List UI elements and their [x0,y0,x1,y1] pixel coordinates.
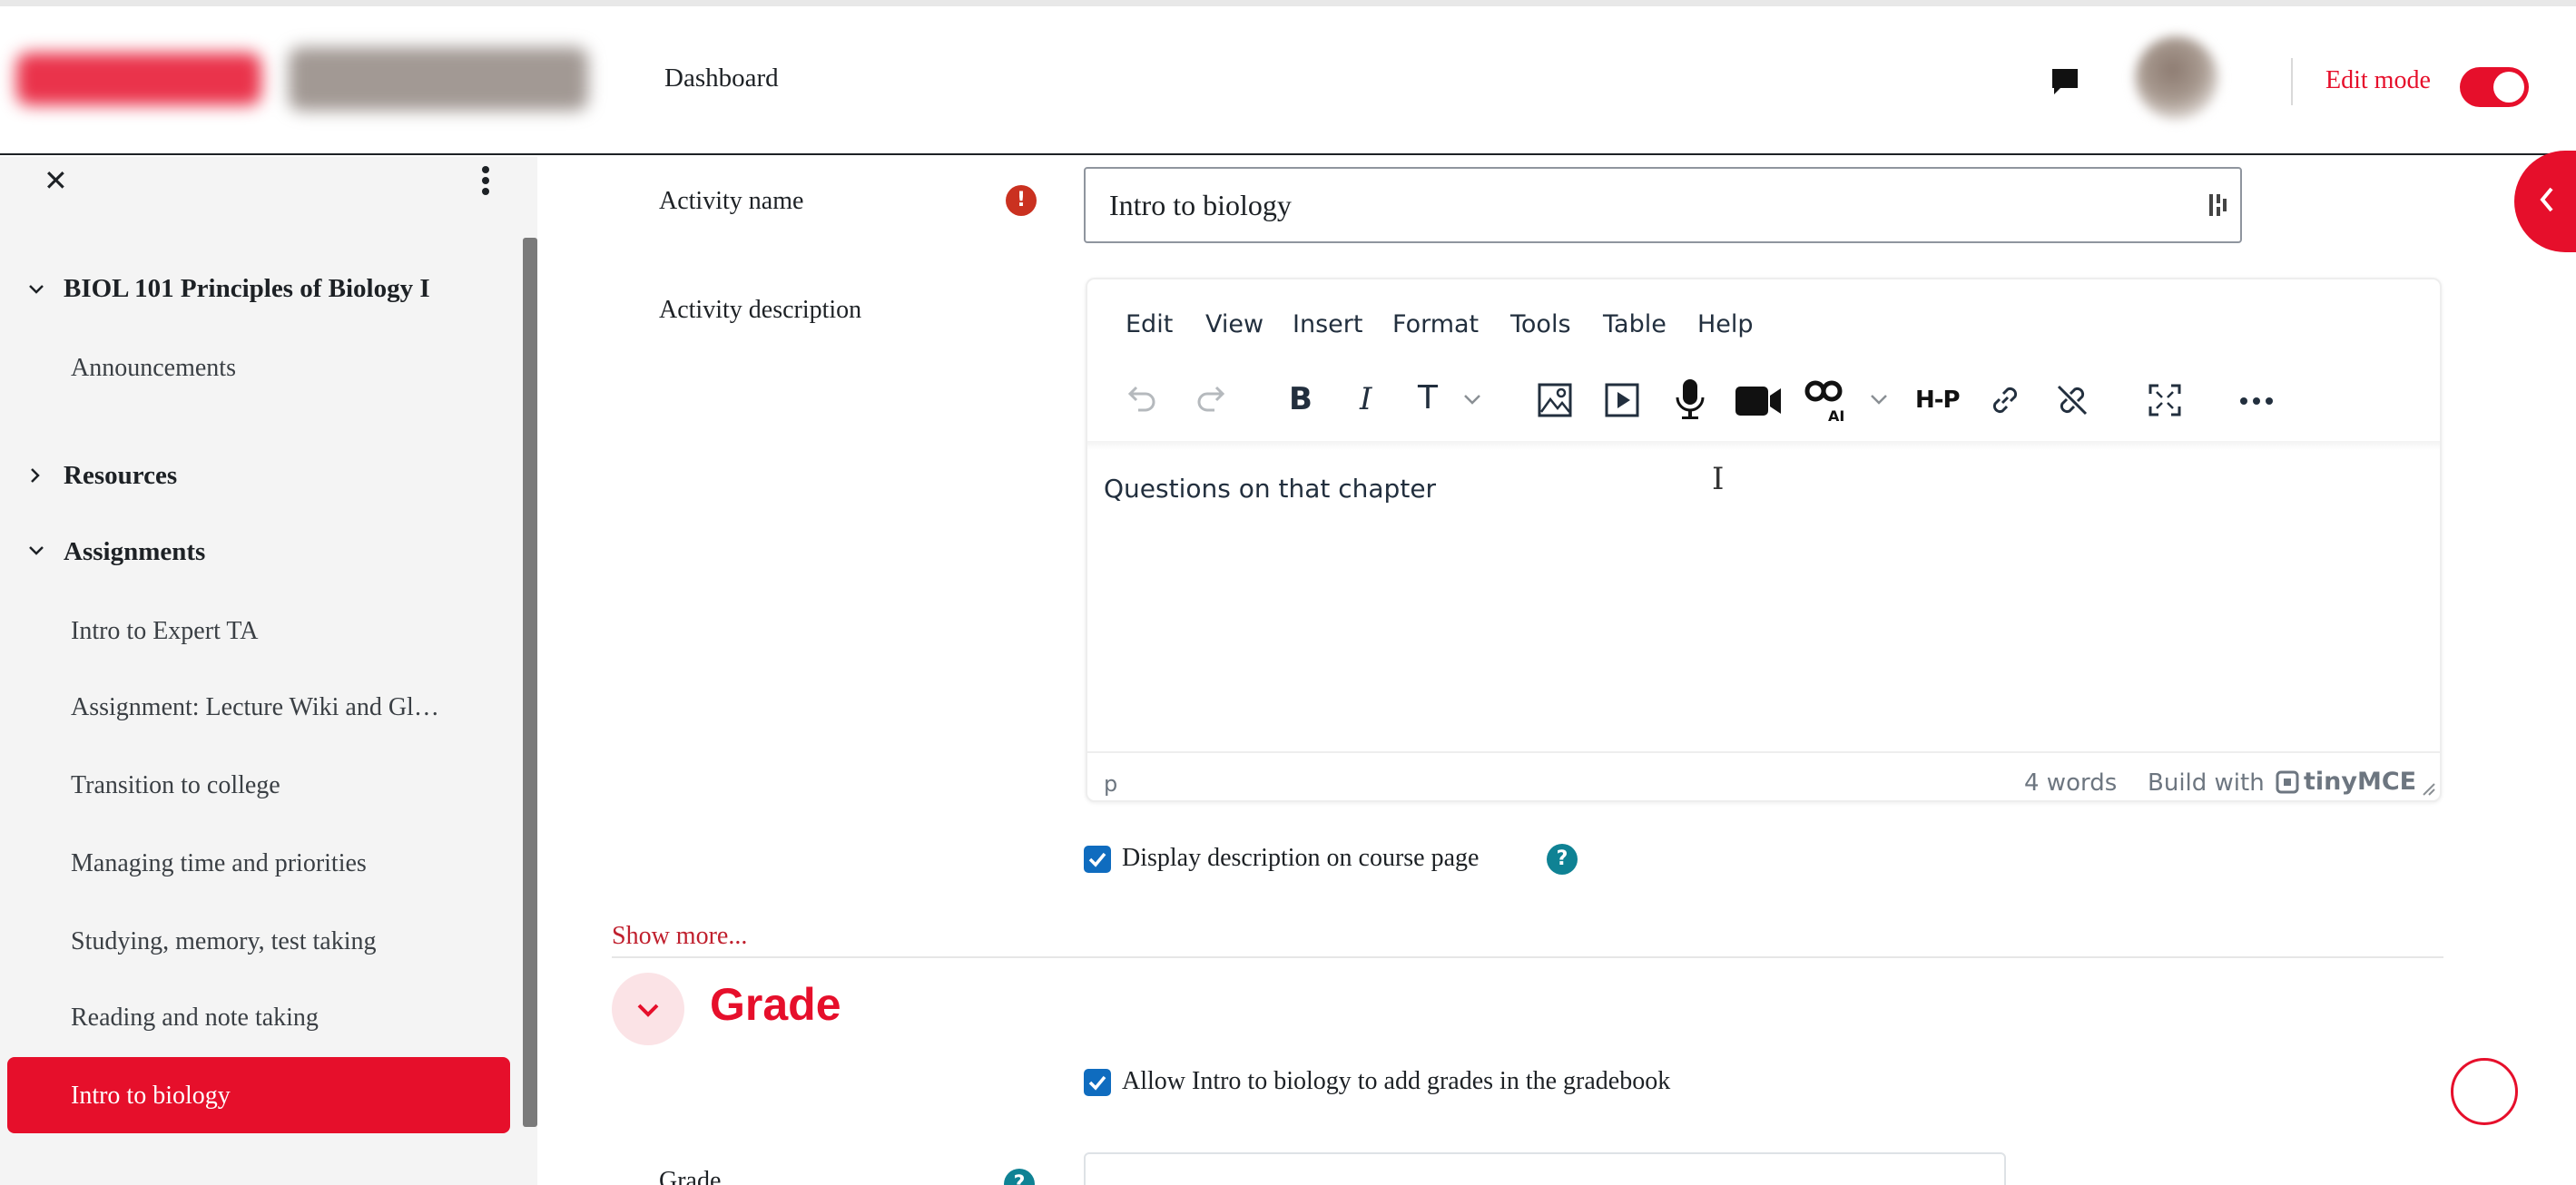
menu-format[interactable]: Format [1392,310,1479,338]
word-count[interactable]: 4 words [2024,769,2117,797]
toolbar-separator [1087,441,2440,450]
chevron-down-icon[interactable] [1463,394,1481,405]
statusbar-divider [1087,751,2440,753]
undo-icon[interactable] [1122,381,1160,419]
menu-edit[interactable]: Edit [1126,310,1173,338]
text-style-icon[interactable]: T [1418,379,1438,416]
navbar-divider [2291,58,2293,105]
top-edge [0,0,2576,6]
list-item[interactable]: Intro to Expert TA [71,617,258,646]
h5p-icon[interactable]: H-P [1915,387,1961,414]
svg-text:AI: AI [1828,407,1844,425]
display-description-checkbox[interactable] [1084,846,1111,873]
show-more-link[interactable]: Show more... [612,922,747,951]
element-path[interactable]: p [1104,771,1117,797]
ai-icon[interactable]: AI [1803,376,1850,425]
avatar[interactable] [2135,36,2218,120]
drawer-scrollbar[interactable] [523,238,537,1127]
grade-section-title: Grade [710,979,841,1030]
media-icon[interactable] [1603,381,1641,419]
build-with-label: Build with [2148,769,2265,797]
unlink-icon[interactable] [2053,381,2091,419]
menu-help[interactable]: Help [1697,310,1754,338]
list-item[interactable]: Transition to college [71,771,280,800]
grade-input[interactable] [1084,1152,2006,1185]
redo-icon[interactable] [1193,381,1231,419]
video-icon[interactable] [1734,383,1783,419]
edit-mode-toggle[interactable] [2460,67,2529,107]
bold-icon[interactable]: B [1289,381,1313,417]
tinymce-logo-icon[interactable] [2275,769,2300,795]
dashboard-link[interactable]: Dashboard [664,64,779,93]
grade-collapse-button[interactable] [612,973,684,1045]
chevron-right-icon[interactable] [29,466,42,485]
link-icon[interactable] [1986,381,2024,419]
activity-description-label: Activity description [659,296,862,324]
allow-grades-checkbox[interactable] [1084,1069,1111,1096]
menu-insert[interactable]: Insert [1293,310,1362,338]
help-icon[interactable]: ? [1547,844,1578,875]
editor-content[interactable]: Questions on that chapter [1104,474,1436,504]
allow-grades-label[interactable]: Allow Intro to biology to add grades in … [1122,1067,1670,1096]
activity-name-label: Activity name [659,187,804,215]
list-item[interactable]: Reading and note taking [71,1004,319,1033]
required-icon: ! [1006,185,1037,216]
message-icon[interactable] [2050,66,2080,97]
more-icon[interactable] [2238,396,2275,406]
close-icon[interactable]: ✕ [44,163,68,198]
floating-circle-button[interactable] [2451,1058,2518,1125]
edit-mode-label: Edit mode [2325,66,2431,94]
activity-name-value[interactable]: Intro to biology [1109,189,1292,222]
chevron-left-icon[interactable] [2538,185,2556,214]
rich-text-editor [1086,278,2442,802]
text-cursor-icon: I [1712,461,1725,497]
list-item[interactable]: Studying, memory, test taking [71,927,377,956]
course-title[interactable]: BIOL 101 Principles of Biology I [64,274,430,304]
resize-handle-icon[interactable] [2418,779,2436,797]
chevron-down-icon[interactable] [27,283,45,296]
site-logo[interactable] [16,36,588,120]
fullscreen-icon[interactable] [2148,383,2182,417]
microphone-icon[interactable] [1674,377,1706,421]
section-resources[interactable]: Resources [64,461,177,491]
section-assignments[interactable]: Assignments [64,537,205,567]
grade-label: Grade [659,1167,722,1185]
chevron-down-icon[interactable] [1870,394,1888,405]
menu-view[interactable]: View [1205,310,1263,338]
help-icon[interactable]: ? [1004,1169,1035,1185]
list-item[interactable]: Assignment: Lecture Wiki and Gl… [71,693,439,722]
image-icon[interactable] [1536,381,1574,419]
list-item[interactable]: Announcements [71,354,236,383]
password-manager-icon[interactable] [2207,191,2229,220]
menu-tools[interactable]: Tools [1510,310,1571,338]
italic-icon[interactable]: I [1360,381,1372,417]
display-description-label[interactable]: Display description on course page [1122,844,1479,873]
list-item-active[interactable]: Intro to biology [71,1082,231,1111]
chevron-down-icon[interactable] [27,544,45,557]
tinymce-brand[interactable]: tinyMCE [2304,768,2416,796]
menu-table[interactable]: Table [1603,310,1667,338]
more-vertical-icon[interactable] [479,165,492,196]
list-item[interactable]: Managing time and priorities [71,849,367,878]
section-divider [612,956,2443,958]
